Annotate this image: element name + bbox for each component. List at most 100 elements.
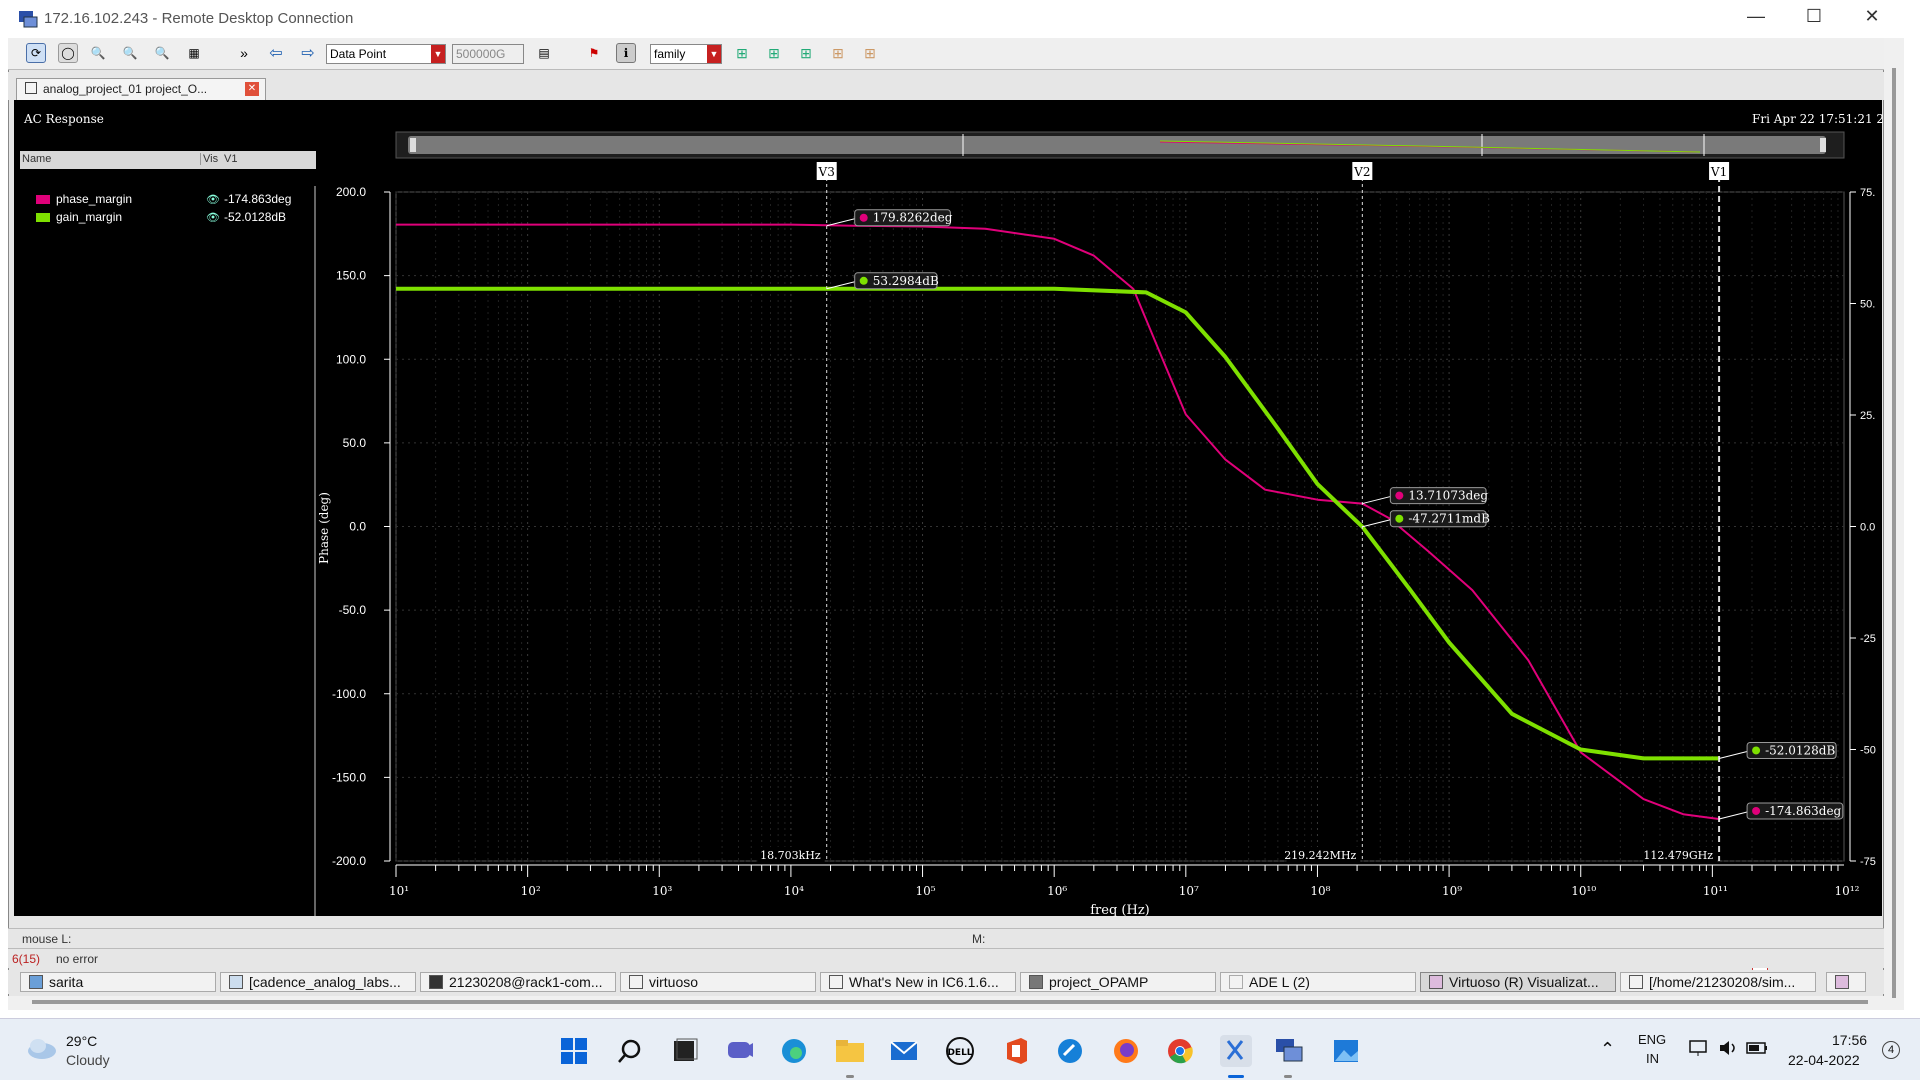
overview-scroll-bar[interactable]	[395, 131, 1845, 159]
y-tick-label: -50.0	[339, 603, 367, 617]
marker-label: -47.2711mdB	[1408, 512, 1490, 526]
marker-layer: 179.8262deg 53.2984dB 13.71073deg -47.2711m…	[826, 209, 1844, 820]
cadence-icon	[629, 975, 643, 989]
active-app-indicator	[1228, 1075, 1244, 1078]
x-tick-label: 10⁷	[1179, 884, 1199, 898]
snipping-tool-icon[interactable]	[1220, 1035, 1252, 1067]
task-sarita[interactable]: sarita	[20, 972, 216, 992]
overview-thumb[interactable]	[408, 136, 1826, 154]
remote-desktop-task-icon[interactable]	[1274, 1035, 1306, 1067]
file-explorer-icon[interactable]	[834, 1035, 866, 1067]
y-tick-label: -150.0	[332, 770, 366, 784]
command-count: 6(15)	[12, 952, 41, 966]
y-tick-label: 200.0	[336, 185, 366, 199]
marker-label: -52.0128dB	[1765, 743, 1835, 757]
language-region[interactable]: IN	[1646, 1051, 1659, 1066]
weather-temp[interactable]: 29°C	[66, 1033, 97, 1049]
scroll-thumb[interactable]	[32, 1000, 1868, 1004]
clock-date[interactable]: 22-04-2022	[1788, 1052, 1860, 1068]
x-tick-label: 10¹²	[1835, 884, 1860, 898]
waveform-icon	[1429, 975, 1443, 989]
marker-dot[interactable]	[859, 213, 868, 222]
network-icon[interactable]	[1688, 1039, 1710, 1057]
x-tick-label: 10¹	[389, 884, 409, 898]
weather-cond[interactable]: Cloudy	[66, 1052, 110, 1068]
y-tick-label: 50.0	[343, 436, 367, 450]
volume-icon[interactable]	[1718, 1039, 1740, 1057]
battery-icon[interactable]	[1746, 1041, 1770, 1055]
chrome-icon[interactable]	[1164, 1035, 1196, 1067]
marker-dot[interactable]	[1752, 746, 1761, 755]
mail-icon[interactable]	[888, 1035, 920, 1067]
y2-tick-label: -25	[1860, 633, 1876, 645]
task-whats-new[interactable]: What's New in IC6.1.6...	[820, 972, 1016, 992]
office-icon[interactable]	[1000, 1035, 1032, 1067]
x-tick-label: 10⁶	[1047, 884, 1067, 898]
ac-response-chart[interactable]: 200.0 150.0 100.0 50.0 0.0 -50.0 -100.0 -150.0 -…	[0, 0, 1920, 1010]
running-app-indicator	[1284, 1075, 1292, 1078]
y2-tick-label: 75.	[1860, 187, 1875, 199]
task-terminal[interactable]: 21230208@rack1-com...	[420, 972, 616, 992]
status-message: no error	[56, 952, 99, 966]
cursor-tag-v2[interactable]: V2	[1353, 165, 1370, 179]
x-tick-label: 10⁴	[784, 884, 804, 898]
cursor-tag-v3[interactable]: V3	[818, 165, 835, 179]
task-visualization[interactable]: Virtuoso (R) Visualizat...	[1420, 972, 1616, 992]
marker-dot[interactable]	[1752, 806, 1761, 815]
task-project-opamp[interactable]: project_OPAMP	[1020, 972, 1216, 992]
x-tick-label: 10¹¹	[1703, 884, 1728, 898]
cursor-readout-v3: 18.703kHz	[760, 849, 821, 862]
language-code[interactable]: ENG	[1638, 1032, 1666, 1047]
task-home-sim[interactable]: [/home/21230208/sim...	[1620, 972, 1816, 992]
marker-label: 53.2984dB	[873, 274, 939, 288]
y2-tick-label: 50.	[1860, 299, 1875, 311]
horizontal-scrollbar[interactable]	[8, 996, 1884, 1010]
running-app-indicator	[846, 1075, 854, 1078]
svg-text:DELL: DELL	[947, 1048, 972, 1058]
task-overflow[interactable]	[1826, 972, 1866, 992]
task-ade-l[interactable]: ADE L (2)	[1220, 972, 1416, 992]
task-view-icon[interactable]	[668, 1035, 700, 1067]
x-axis-label: freq (Hz)	[1090, 903, 1150, 918]
photos-icon[interactable]	[1330, 1035, 1362, 1067]
mouse-middle-status: M:	[972, 932, 986, 946]
x-tick-label: 10²	[521, 884, 541, 898]
marker-label: 179.8262deg	[873, 211, 953, 225]
teams-chat-icon[interactable]	[724, 1035, 756, 1067]
ade-icon	[1229, 975, 1243, 989]
x-axis-ticks: 10¹ 10² 10³ 10⁴ 10⁵ 10⁶ 10⁷ 10⁸ 10⁹ 10¹⁰ 10¹¹ 10¹²	[389, 884, 1860, 898]
marker-dot[interactable]	[859, 276, 868, 285]
y-tick-label: 100.0	[336, 352, 366, 366]
plot-grid	[389, 191, 1851, 877]
x-tick-label: 10¹⁰	[1571, 884, 1596, 898]
task-cadence-labs[interactable]: [cadence_analog_labs...	[220, 972, 416, 992]
x-tick-label: 10⁹	[1442, 884, 1462, 898]
marker-dot[interactable]	[1395, 491, 1404, 500]
start-icon[interactable]	[558, 1035, 590, 1067]
task-virtuoso[interactable]: virtuoso	[620, 972, 816, 992]
vertical-scrollbar[interactable]	[1884, 38, 1904, 1010]
edge-icon[interactable]	[778, 1035, 810, 1067]
schematic-icon	[1029, 975, 1043, 989]
folder-icon	[29, 975, 43, 989]
cursor-tag-v1[interactable]: V1	[1710, 165, 1727, 179]
waveform-icon	[1835, 975, 1849, 989]
marker-leader	[1718, 749, 1752, 759]
connect-icon[interactable]	[1054, 1035, 1086, 1067]
cursor-layer: V3 18.703kHz V2 219.242MHz V1 112.479GHz	[757, 162, 1730, 863]
remote-taskbar: sarita [cadence_analog_labs... 21230208@…	[8, 970, 1884, 994]
tray-chevron-icon[interactable]: ⌃	[1600, 1039, 1615, 1060]
marker-label: 13.71073deg	[1408, 489, 1488, 503]
cursor-readout-v1: 112.479GHz	[1643, 849, 1713, 862]
y-tick-label: 150.0	[336, 269, 366, 283]
notification-badge[interactable]: 4	[1882, 1041, 1900, 1059]
dell-icon[interactable]: DELL	[944, 1035, 976, 1067]
series-phase-margin[interactable]	[396, 223, 1719, 820]
series-layer	[396, 223, 1719, 820]
scroll-thumb[interactable]	[1892, 68, 1896, 998]
firefox-icon[interactable]	[1110, 1035, 1142, 1067]
search-icon[interactable]	[614, 1035, 646, 1067]
y2-tick-label: 0.0	[1860, 522, 1875, 534]
clock-time[interactable]: 17:56	[1832, 1032, 1867, 1048]
marker-dot[interactable]	[1395, 514, 1404, 523]
